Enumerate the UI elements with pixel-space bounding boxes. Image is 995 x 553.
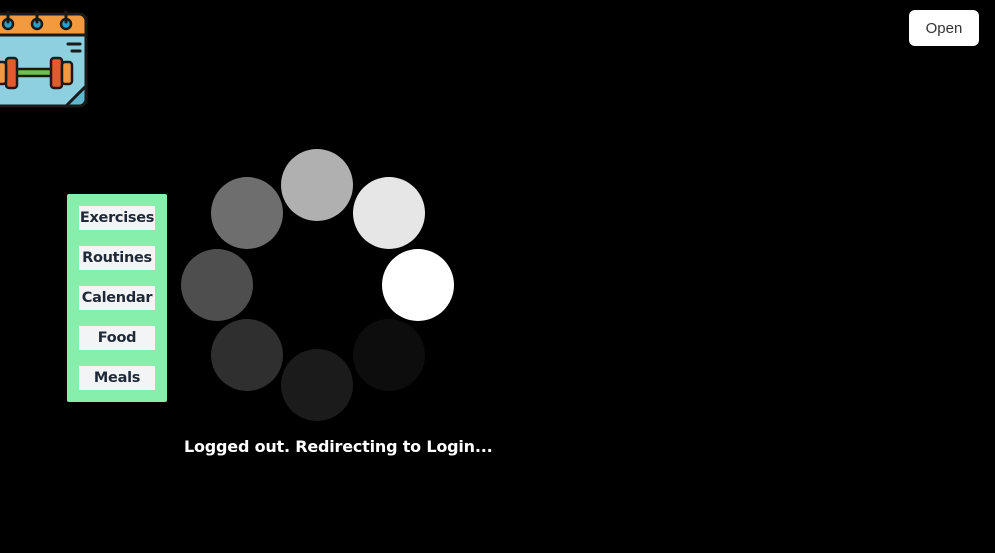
- sidebar-nav: Exercises Routines Calendar Food Meals: [67, 194, 167, 402]
- spinner-dot: [382, 249, 454, 321]
- open-button[interactable]: Open: [909, 10, 979, 46]
- nav-meals-button[interactable]: Meals: [79, 366, 155, 390]
- spinner-dot: [353, 319, 425, 391]
- spinner-dot: [281, 349, 353, 421]
- nav-calendar-button[interactable]: Calendar: [79, 286, 155, 310]
- spinner-dot: [353, 177, 425, 249]
- spinner-dot: [281, 149, 353, 221]
- status-message: Logged out. Redirecting to Login...: [184, 437, 493, 456]
- spinner-dot: [181, 249, 253, 321]
- loading-spinner-icon: [160, 130, 480, 440]
- nav-exercises-button[interactable]: Exercises: [79, 206, 155, 230]
- spinner-dot: [211, 319, 283, 391]
- nav-routines-button[interactable]: Routines: [79, 246, 155, 270]
- spinner-dot: [211, 177, 283, 249]
- nav-food-button[interactable]: Food: [79, 326, 155, 350]
- calendar-dumbbell-icon: [0, 0, 92, 112]
- app-page: Open Exercises Routines Calendar Food Me…: [0, 0, 995, 553]
